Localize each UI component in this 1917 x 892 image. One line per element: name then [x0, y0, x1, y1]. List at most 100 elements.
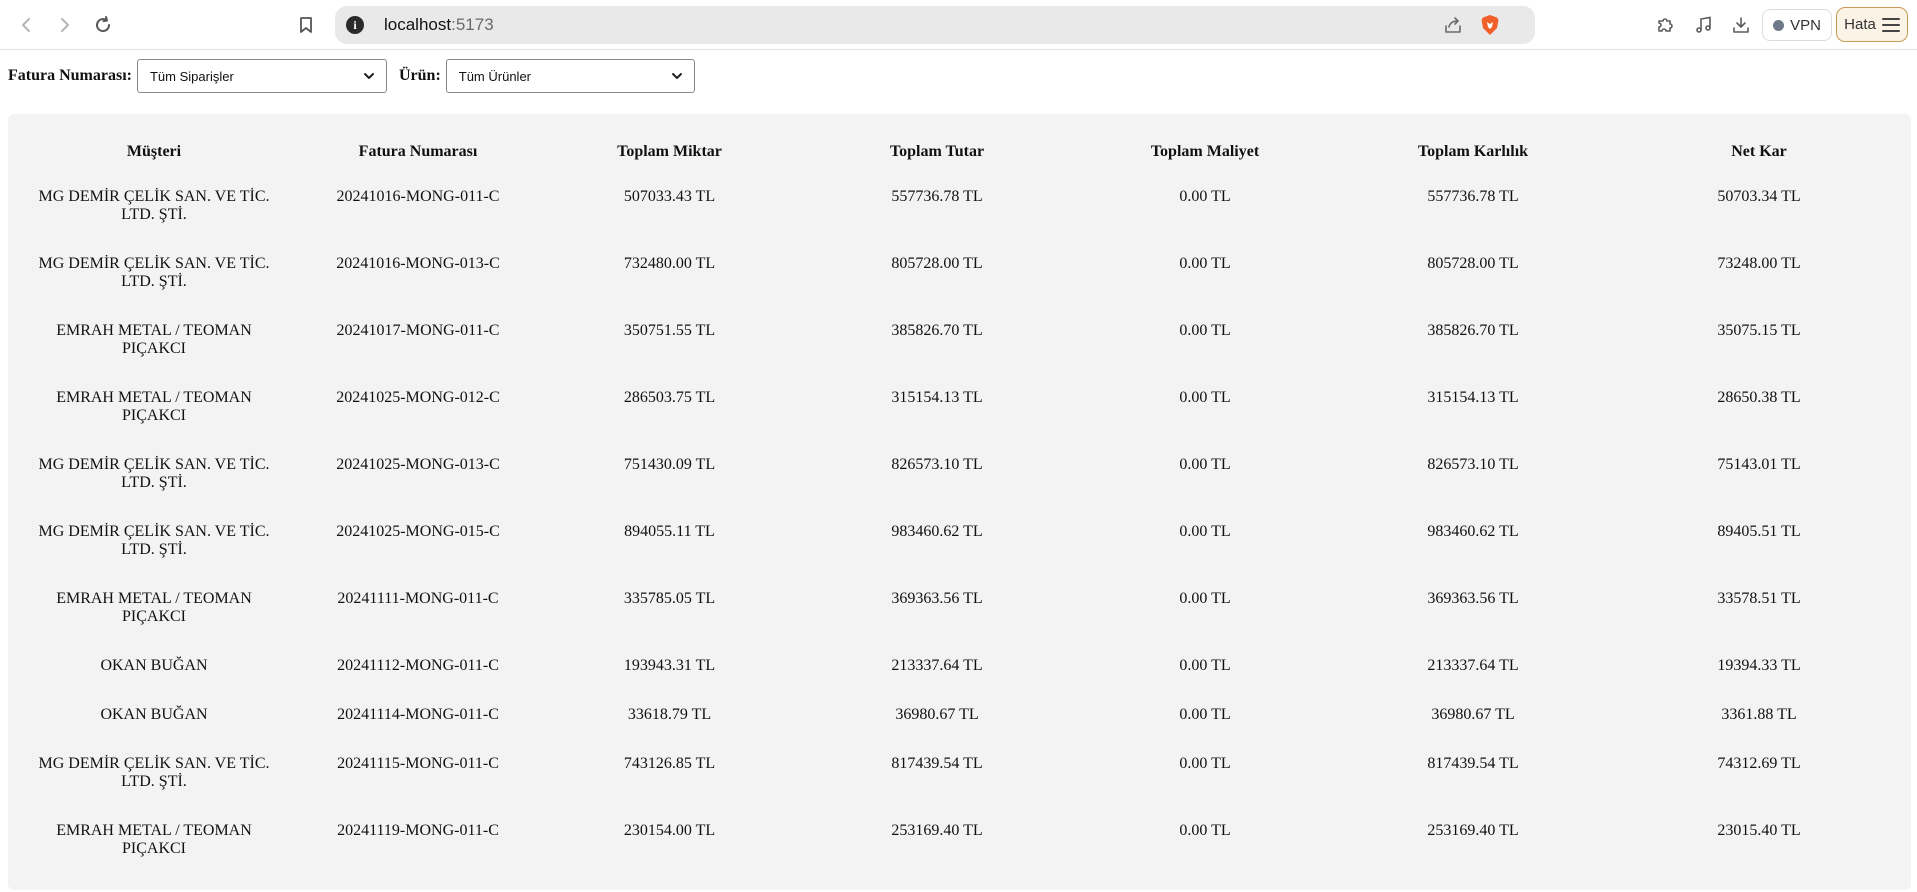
table-row[interactable]: MG DEMİR ÇELİK SAN. VE TİC. LTD. ŞTİ. 202… [8, 456, 1911, 523]
cell-total-profitability-text: 826573.10 TL [1427, 456, 1519, 473]
cell-total-amount: 36980.67 TL [803, 706, 1071, 755]
info-icon[interactable]: i [346, 16, 364, 34]
cell-total-amount-text: 253169.40 TL [891, 822, 983, 839]
cell-customer: OKAN BUĞAN [8, 706, 300, 755]
product-select[interactable]: Tüm Ürünler [445, 59, 695, 93]
cell-total-cost: 0.00 TL [1071, 657, 1339, 706]
cell-customer: MG DEMİR ÇELİK SAN. VE TİC. LTD. ŞTİ. [8, 255, 300, 322]
table-row[interactable]: MG DEMİR ÇELİK SAN. VE TİC. LTD. ŞTİ. 202… [8, 255, 1911, 322]
cell-total-amount: 369363.56 TL [803, 590, 1071, 657]
cell-total-amount-text: 817439.54 TL [891, 755, 983, 772]
cell-total-cost: 0.00 TL [1071, 523, 1339, 590]
cell-total-quantity: 335785.05 TL [536, 590, 803, 657]
cell-customer-text: MG DEMİR ÇELİK SAN. VE TİC. LTD. ŞTİ. [38, 255, 270, 290]
cell-net-profit: 19394.33 TL [1607, 657, 1911, 706]
cell-net-profit: 75143.01 TL [1607, 456, 1911, 523]
cell-total-profitability-text: 805728.00 TL [1427, 255, 1519, 272]
url-host: localhost [384, 15, 452, 34]
invoice-select-value: Tüm Siparişler [149, 68, 234, 84]
header-total-quantity[interactable]: Toplam Miktar [536, 114, 803, 188]
invoice-select[interactable]: Tüm Siparişler [136, 59, 387, 93]
cell-total-cost-text: 0.00 TL [1179, 456, 1231, 473]
reload-button[interactable] [90, 12, 116, 38]
cell-total-quantity: 286503.75 TL [536, 389, 803, 456]
header-total-amount[interactable]: Toplam Tutar [803, 114, 1071, 188]
url-port: :5173 [451, 15, 494, 34]
cell-customer: EMRAH METAL / TEOMAN PIÇAKCI [8, 389, 300, 456]
cell-total-quantity-text: 335785.05 TL [623, 590, 716, 607]
cell-invoice: 20241025-MONG-013-C [300, 456, 536, 523]
hamburger-icon [1881, 17, 1900, 32]
cell-customer-text: MG DEMİR ÇELİK SAN. VE TİC. LTD. ŞTİ. [38, 523, 270, 558]
header-total-cost[interactable]: Toplam Maliyet [1071, 114, 1339, 188]
header-total-profitability[interactable]: Toplam Karlılık [1339, 114, 1607, 188]
cell-invoice-text: 20241016-MONG-013-C [336, 255, 500, 272]
table-row[interactable]: OKAN BUĞAN 20241114-MONG-011-C 33618.79 TL… [8, 706, 1911, 755]
cell-total-quantity: 732480.00 TL [536, 255, 803, 322]
cell-invoice-text: 20241114-MONG-011-C [337, 706, 499, 723]
cell-total-cost: 0.00 TL [1071, 456, 1339, 523]
cell-net-profit-text: 50703.34 TL [1717, 188, 1801, 205]
cell-total-profitability-text: 983460.62 TL [1427, 523, 1519, 540]
brave-shield-icon[interactable] [1479, 14, 1501, 36]
vpn-button[interactable]: VPN [1762, 9, 1832, 41]
cell-total-cost: 0.00 TL [1071, 590, 1339, 657]
cell-total-quantity-text: 732480.00 TL [623, 255, 716, 272]
cell-total-cost: 0.00 TL [1071, 322, 1339, 389]
table-row[interactable]: EMRAH METAL / TEOMAN PIÇAKCI 20241017-MON… [8, 322, 1911, 389]
cell-total-profitability-text: 36980.67 TL [1431, 706, 1515, 723]
cell-total-amount-text: 36980.67 TL [895, 706, 979, 723]
cell-customer: MG DEMİR ÇELİK SAN. VE TİC. LTD. ŞTİ. [8, 188, 300, 255]
table-row[interactable]: MG DEMİR ÇELİK SAN. VE TİC. LTD. ŞTİ. 202… [8, 188, 1911, 255]
cell-customer-text: EMRAH METAL / TEOMAN PIÇAKCI [56, 389, 252, 424]
cell-total-profitability-text: 817439.54 TL [1427, 755, 1519, 772]
browser-menu-button[interactable]: Hata [1836, 7, 1908, 42]
cell-total-quantity-text: 230154.00 TL [623, 822, 716, 839]
cell-total-profitability: 817439.54 TL [1339, 755, 1607, 822]
share-icon[interactable] [1443, 15, 1463, 35]
cell-total-quantity: 751430.09 TL [536, 456, 803, 523]
table-row[interactable]: EMRAH METAL / TEOMAN PIÇAKCI 20241025-MON… [8, 389, 1911, 456]
media-button[interactable] [1692, 13, 1716, 37]
header-customer[interactable]: Müşteri [8, 114, 300, 188]
table-row[interactable]: EMRAH METAL / TEOMAN PIÇAKCI 20241119-MON… [8, 822, 1911, 889]
download-icon [1733, 17, 1749, 33]
cell-invoice-text: 20241111-MONG-011-C [337, 590, 499, 607]
cell-total-profitability: 315154.13 TL [1339, 389, 1607, 456]
table-row[interactable]: MG DEMİR ÇELİK SAN. VE TİC. LTD. ŞTİ. 202… [8, 523, 1911, 590]
cell-customer-text: MG DEMİR ÇELİK SAN. VE TİC. LTD. ŞTİ. [38, 456, 270, 491]
cell-total-amount: 557736.78 TL [803, 188, 1071, 255]
downloads-button[interactable] [1729, 13, 1753, 37]
forward-button[interactable] [51, 12, 77, 38]
cell-invoice: 20241119-MONG-011-C [300, 822, 536, 889]
reload-icon [96, 16, 111, 33]
header-invoice[interactable]: Fatura Numarası [300, 114, 536, 188]
header-net-profit[interactable]: Net Kar [1607, 114, 1911, 188]
address-bar[interactable]: i localhost:5173 [335, 6, 1535, 44]
bookmark-button[interactable] [293, 12, 319, 38]
cell-total-amount-text: 213337.64 TL [891, 657, 983, 674]
cell-total-cost: 0.00 TL [1071, 706, 1339, 755]
cell-total-quantity-text: 751430.09 TL [623, 456, 716, 473]
cell-total-amount: 385826.70 TL [803, 322, 1071, 389]
cell-total-cost-text: 0.00 TL [1179, 322, 1231, 339]
cell-customer-text: EMRAH METAL / TEOMAN PIÇAKCI [56, 590, 252, 625]
cell-invoice: 20241115-MONG-011-C [300, 755, 536, 822]
arrow-right-icon [61, 18, 69, 32]
back-button[interactable] [14, 12, 40, 38]
product-filter-label: Ürün: [398, 67, 441, 84]
cell-total-profitability-text: 385826.70 TL [1427, 322, 1519, 339]
cell-total-profitability-text: 213337.64 TL [1427, 657, 1519, 674]
table-header-row: Müşteri Fatura Numarası Toplam Miktar To… [8, 114, 1911, 188]
cell-total-profitability: 253169.40 TL [1339, 822, 1607, 889]
cell-invoice-text: 20241017-MONG-011-C [336, 322, 500, 339]
cell-total-amount: 817439.54 TL [803, 755, 1071, 822]
cell-total-cost-text: 0.00 TL [1179, 188, 1231, 205]
cell-customer: MG DEMİR ÇELİK SAN. VE TİC. LTD. ŞTİ. [8, 755, 300, 822]
table-row[interactable]: EMRAH METAL / TEOMAN PIÇAKCI 20241111-MON… [8, 590, 1911, 657]
cell-total-cost: 0.00 TL [1071, 255, 1339, 322]
table-row[interactable]: OKAN BUĞAN 20241112-MONG-011-C 193943.31 T… [8, 657, 1911, 706]
extensions-button[interactable] [1653, 13, 1677, 37]
table-row[interactable]: MG DEMİR ÇELİK SAN. VE TİC. LTD. ŞTİ. 202… [8, 755, 1911, 822]
cell-total-cost: 0.00 TL [1071, 822, 1339, 889]
